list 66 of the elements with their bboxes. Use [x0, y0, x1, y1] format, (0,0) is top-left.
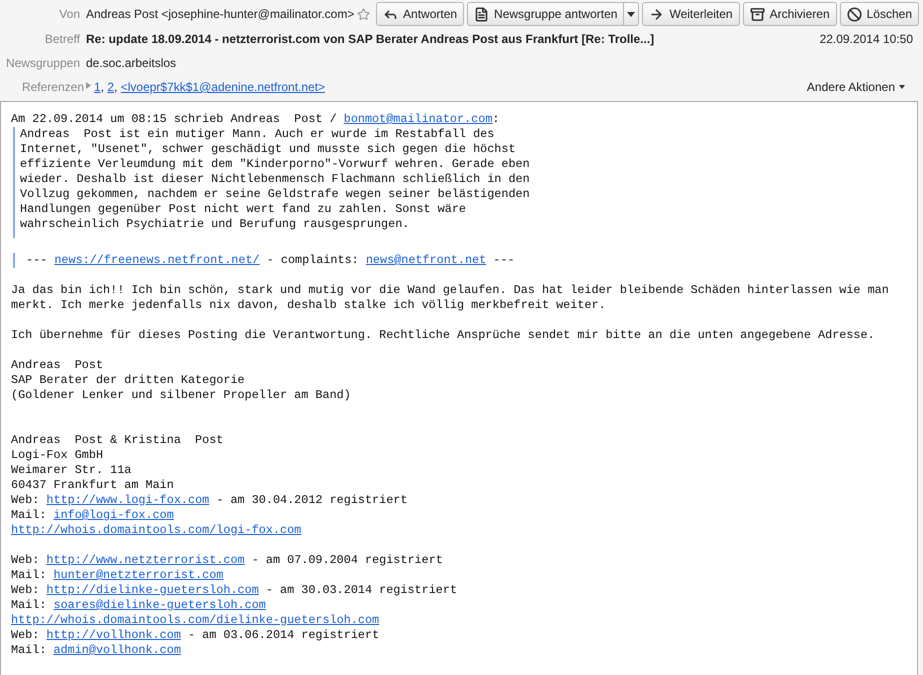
- link[interactable]: news://freenews.netfront.net/: [54, 253, 260, 267]
- field-label: Betreff: [44, 30, 81, 48]
- text-line: Am 22.09.2014 um 08:15 schrieb Andreas Post / bonmot@mailinator.com:: [11, 112, 500, 127]
- link[interactable]: news@netfront.net: [366, 253, 486, 267]
- text-line: Internet, "Usenet", schwer geschädigt und musste sich gegen die höchst: [20, 142, 516, 157]
- field-label: Newsgruppen: [4, 55, 81, 72]
- date: 22.09.2014 10:50: [820, 30, 914, 48]
- text-line: Web: http://dielinke-guetersloh.com - am 30.03.2014 registriert: [11, 583, 458, 598]
- other-actions-menu[interactable]: Andere Aktionen: [806, 78, 905, 96]
- link[interactable]: http://vollhonk.com: [46, 628, 181, 642]
- text-line: Handlungen gegenüber Post nicht wert fand zu zahlen. Sonst wäre: [20, 202, 466, 217]
- text-line: wahrscheinlich Psychiatrie und Berufung rausgesprungen.: [20, 217, 410, 232]
- text-line: effiziente Verleumdung mit dem "Kinderporno"-Vorwurf wehren. Gerade eben: [20, 157, 530, 172]
- text-line: Vollzug gekommen, nachdem er seine Geldstrafe wegen seiner belästigenden: [20, 187, 530, 202]
- text-line: Andreas Post ist ein mutiger Mann. Auch er wurde im Restabfall des: [20, 127, 494, 142]
- sender: Andreas Post <josephine-hunter@mailinator.com>: [86, 6, 354, 23]
- text-line: Ich übernehme für dieses Posting die Verantwortung. Rechtliche Ansprüche sendet mir bitte an die unten angegebene Adresse.: [11, 328, 875, 343]
- button-icon: [846, 6, 862, 22]
- text-line: Mail: soares@dielinke-guetersloh.com: [11, 598, 266, 613]
- button-icon: [474, 6, 490, 22]
- link[interactable]: http://www.logi-fox.com: [46, 493, 210, 507]
- star-icon[interactable]: [357, 8, 370, 20]
- text-line: Web: http://vollhonk.com - am 03.06.2014 registriert: [11, 628, 380, 643]
- text-line: Andreas Post & Kristina Post: [11, 433, 224, 448]
- newsgroup: de.soc.arbeitslos: [86, 55, 176, 72]
- link[interactable]: admin@vollhonk.com: [53, 643, 181, 657]
- link[interactable]: soares@dielinke-guetersloh.com: [53, 598, 266, 612]
- text-line: wieder. Deshalb ist dieser Nichtlebenmensch Flachmann schließlich in den: [20, 172, 530, 187]
- text-line: Andreas Post: [11, 358, 104, 373]
- link[interactable]: <lvoepr$7kk$1@adenine.netfront.net>: [120, 80, 326, 94]
- toolbar-button[interactable]: Archivieren: [742, 2, 837, 26]
- text-line: Weimarer Str. 11a: [11, 463, 132, 478]
- text-line: --- news://freenews.netfront.net/ - complaints: news@netfront.net ---: [26, 253, 515, 268]
- field-label: Von: [58, 6, 81, 23]
- link[interactable]: hunter@netzterrorist.com: [53, 568, 224, 582]
- toolbar-button[interactable]: Weiterleiten: [642, 2, 740, 26]
- expand-triangle-icon[interactable]: [86, 82, 91, 88]
- toolbar-button[interactable]: Newsgruppe antworten: [467, 2, 640, 26]
- link[interactable]: http://www.netzterrorist.com: [46, 553, 245, 567]
- field-label: Referenzen: [20, 79, 85, 96]
- link[interactable]: bonmot@mailinator.com: [344, 112, 492, 126]
- toolbar-button[interactable]: Antworten: [376, 2, 464, 26]
- text-line: Web: http://www.logi-fox.com - am 30.04.2012 registriert: [11, 493, 408, 508]
- link[interactable]: 2: [107, 80, 114, 94]
- references: 1, 2, <lvoepr$7kk$1@adenine.netfront.net>: [94, 79, 326, 96]
- text-line: merkt. Ich merke jedenfalls nix davon, deshalb stalke ich völlig merkbefreit weiter.: [11, 298, 606, 313]
- text-line: Logi-Fox GmbH: [11, 448, 104, 463]
- text-line: SAP Berater der dritten Kategorie: [11, 373, 245, 388]
- link[interactable]: http://whois.domaintools.com/logi-fox.com: [11, 523, 302, 537]
- button-icon: [649, 6, 664, 22]
- caret-icon: [899, 85, 905, 89]
- text-line: Mail: info@logi-fox.com: [11, 508, 174, 523]
- caret-icon: [627, 12, 636, 16]
- text-line: (Goldener Lenker und silbener Propeller am Band): [11, 388, 351, 403]
- text-line: Web: http://www.netzterrorist.com - am 07.09.2004 registriert: [11, 553, 443, 568]
- text-line: 60437 Frankfurt am Main: [11, 478, 174, 493]
- text-line: Mail: hunter@netzterrorist.com: [11, 568, 224, 583]
- text-line: Mail: admin@vollhonk.com: [11, 643, 181, 658]
- toolbar-button[interactable]: Löschen: [840, 2, 919, 26]
- text-line: Ja das bin ich!! Ich bin schön, stark und mutig vor die Wand gelaufen. Das hat leider bleibende Schäden hinterlassen wie man: [11, 283, 889, 298]
- link[interactable]: 1: [94, 80, 101, 94]
- button-icon: [750, 6, 765, 22]
- link[interactable]: info@logi-fox.com: [53, 508, 174, 522]
- link[interactable]: http://dielinke-guetersloh.com: [46, 583, 259, 597]
- subject: Re: update 18.09.2014 - netzterrorist.com von SAP Berater Andreas Post aus Frankfurt [Re: Trolle...]: [86, 30, 654, 48]
- link[interactable]: http://whois.domaintools.com/dielinke-guetersloh.com: [11, 613, 380, 627]
